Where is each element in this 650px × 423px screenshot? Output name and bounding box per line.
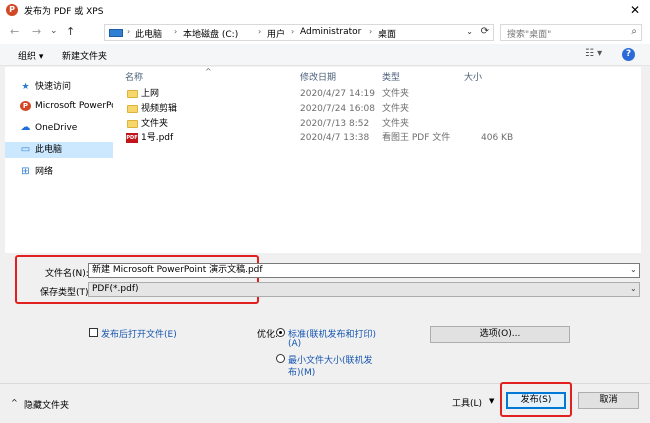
address-bar[interactable]: › 此电脑 › 本地磁盘 (C:) › 用户 › Administrator ›…	[104, 24, 494, 41]
powerpoint-logo-icon: P	[6, 4, 18, 16]
view-options-button[interactable]: ☷ ▾	[585, 48, 602, 59]
filename-value: 新建 Microsoft PowerPoint 演示文稿.pdf	[92, 265, 263, 275]
window-title: 发布为 PDF 或 XPS	[24, 7, 104, 17]
star-icon: ★	[21, 82, 30, 92]
close-button[interactable]: ✕	[626, 2, 644, 18]
search-box[interactable]: 搜索"桌面" ⌕	[500, 24, 642, 41]
column-header-size[interactable]: 大小	[464, 70, 482, 83]
savetype-value: PDF(*.pdf)	[92, 284, 139, 294]
chevron-up-icon[interactable]: ^	[11, 398, 18, 407]
sidebar-item-label: 此电脑	[35, 145, 63, 155]
standard-radio[interactable]	[276, 328, 285, 337]
column-header-modified[interactable]: 修改日期	[300, 70, 336, 83]
navigation-pane: ★ 快速访问 P Microsoft PowerPo ☁ OneDrive ▭ …	[5, 67, 117, 253]
powerpoint-icon: P	[20, 101, 31, 111]
file-list: ^ 名称 修改日期 类型 大小 上网 2020/4/27 14:19 文件夹 视…	[117, 67, 641, 253]
file-name: 视频剪辑	[141, 104, 178, 114]
cloud-icon: ☁	[20, 122, 31, 133]
search-input[interactable]: 搜索"桌面"	[507, 27, 551, 40]
savetype-label: 保存类型(T):	[40, 288, 92, 298]
cancel-button[interactable]: 取消	[578, 392, 639, 409]
forward-button[interactable]: →	[32, 25, 41, 38]
file-type: 文件夹	[382, 89, 410, 99]
minimum-size-option-label-shortcut[interactable]: 布)(M)	[288, 365, 315, 378]
file-name: 文件夹	[141, 119, 169, 129]
sidebar-item-this-pc[interactable]: ▭ 此电脑	[5, 142, 113, 158]
sidebar-item-label: OneDrive	[35, 123, 78, 133]
breadcrumb-local-disk[interactable]: 本地磁盘 (C:)	[183, 27, 238, 40]
breadcrumb-desktop[interactable]: 桌面	[378, 27, 396, 40]
file-modified: 2020/7/24 16:08	[300, 104, 375, 114]
hide-folders-button[interactable]: 隐藏文件夹	[24, 398, 69, 411]
chevron-right-icon: ›	[291, 27, 295, 36]
savetype-select[interactable]: PDF(*.pdf)	[88, 282, 640, 297]
history-dropdown-button[interactable]: ⌄	[50, 26, 58, 36]
folder-icon	[127, 90, 138, 98]
file-modified: 2020/7/13 8:52	[300, 119, 370, 129]
table-row[interactable]: 文件夹 2020/7/13 8:52 文件夹	[117, 118, 641, 131]
filename-dropdown-icon[interactable]: ⌄	[630, 265, 637, 274]
column-header-type[interactable]: 类型	[382, 70, 400, 83]
sidebar-item-powerpoint[interactable]: P Microsoft PowerPo	[5, 98, 113, 114]
breadcrumb-administrator[interactable]: Administrator	[300, 27, 361, 37]
standard-option-label[interactable]: 标准(联机发布和打印)	[288, 327, 376, 340]
sidebar-item-quick-access[interactable]: ★ 快速访问	[5, 79, 113, 95]
open-after-publish-label[interactable]: 发布后打开文件(E)	[101, 327, 177, 340]
options-button[interactable]: 选项(O)...	[430, 326, 570, 343]
sidebar-item-label: 网络	[35, 167, 54, 177]
table-row[interactable]: 视频剪辑 2020/7/24 16:08 文件夹	[117, 103, 641, 116]
file-type: 看图王 PDF 文件	[382, 133, 451, 143]
up-button[interactable]: ↑	[66, 25, 75, 38]
help-icon[interactable]: ?	[622, 48, 635, 61]
chevron-right-icon: ›	[369, 27, 373, 36]
standard-option-label-shortcut[interactable]: (A)	[288, 339, 301, 349]
chevron-right-icon: ›	[127, 27, 131, 36]
new-folder-button[interactable]: 新建文件夹	[62, 49, 107, 62]
publish-pdf-dialog: P 发布为 PDF 或 XPS ✕ ← → ⌄ ↑ › 此电脑 › 本地磁盘 (…	[0, 0, 650, 423]
file-modified: 2020/4/7 13:38	[300, 133, 370, 143]
organize-menu-button[interactable]: 组织 ▾	[18, 49, 43, 62]
back-button[interactable]: ←	[10, 25, 19, 38]
column-header-name[interactable]: 名称	[125, 70, 143, 83]
breadcrumb-this-pc[interactable]: 此电脑	[135, 27, 162, 40]
pdf-file-icon: PDF	[126, 133, 138, 143]
file-name: 1号.pdf	[141, 133, 174, 143]
computer-icon: ▭	[20, 144, 31, 155]
file-type: 文件夹	[382, 119, 410, 129]
breadcrumb-users[interactable]: 用户	[267, 27, 285, 40]
title-bar: P 发布为 PDF 或 XPS ✕	[0, 0, 650, 20]
minimum-size-radio[interactable]	[276, 354, 285, 363]
file-modified: 2020/4/27 14:19	[300, 89, 375, 99]
publish-button[interactable]: 发布(S)	[506, 392, 566, 409]
file-name: 上网	[141, 89, 160, 99]
optimize-label: 优化:	[257, 330, 279, 340]
sidebar-item-label: 快速访问	[35, 82, 72, 92]
file-type: 文件夹	[382, 104, 410, 114]
search-icon: ⌕	[631, 26, 637, 37]
address-dropdown-icon[interactable]: ⌄	[466, 27, 473, 36]
open-after-publish-checkbox[interactable]	[89, 328, 98, 337]
file-size: 406 KB	[481, 133, 514, 143]
computer-icon	[109, 29, 123, 37]
table-row[interactable]: 上网 2020/4/27 14:19 文件夹	[117, 88, 641, 101]
refresh-icon[interactable]: ⟳	[481, 26, 489, 37]
chevron-right-icon: ›	[174, 27, 178, 36]
chevron-right-icon: ›	[258, 27, 262, 36]
filename-label: 文件名(N):	[45, 269, 89, 279]
folder-icon	[127, 120, 138, 128]
folder-icon	[127, 105, 138, 113]
tools-menu-button[interactable]: 工具(L)	[452, 396, 482, 409]
sidebar-item-network[interactable]: ⊞ 网络	[5, 164, 113, 180]
sort-ascending-icon: ^	[205, 67, 212, 76]
table-row[interactable]: PDF 1号.pdf 2020/4/7 13:38 看图王 PDF 文件 406…	[117, 132, 641, 145]
sidebar-item-onedrive[interactable]: ☁ OneDrive	[5, 120, 113, 136]
savetype-dropdown-icon[interactable]: ⌄	[630, 284, 637, 293]
filename-input[interactable]: 新建 Microsoft PowerPoint 演示文稿.pdf	[88, 263, 640, 278]
sidebar-item-label: Microsoft PowerPo	[35, 101, 113, 111]
network-icon: ⊞	[21, 166, 30, 177]
command-toolbar: 组织 ▾ 新建文件夹 ☷ ▾ ?	[0, 44, 650, 66]
tools-dropdown-icon[interactable]: ▼	[489, 397, 494, 405]
